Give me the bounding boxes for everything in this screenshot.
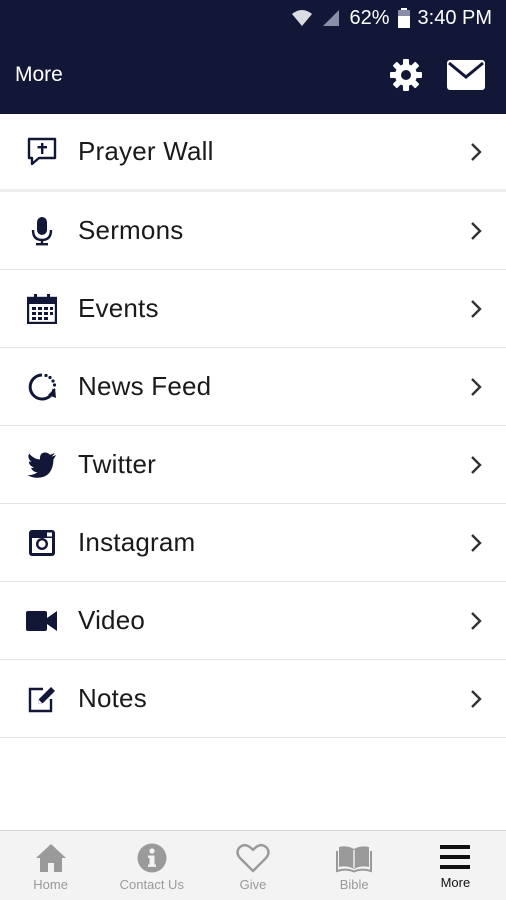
prayer-icon (0, 113, 78, 191)
chevron-right-icon (446, 299, 506, 319)
bottom-tab-bar: Home Contact Us Give Bible More (0, 830, 506, 900)
menu-item-label: Events (78, 293, 159, 323)
refresh-icon (0, 348, 78, 426)
chevron-right-icon (446, 533, 506, 553)
tab-label: Contact Us (119, 877, 184, 892)
tab-label: Bible (339, 877, 369, 892)
battery-percent: 62% (349, 6, 390, 29)
menu-item-prayer-wall[interactable]: Prayer Wall (0, 114, 506, 192)
wifi-icon (291, 8, 313, 28)
menu-item-label: News Feed (78, 371, 212, 401)
twitter-icon (0, 426, 78, 504)
tab-more[interactable]: More (405, 831, 506, 900)
menu-item-label: Instagram (78, 527, 196, 557)
tab-contact-us[interactable]: Contact Us (101, 831, 202, 900)
gear-icon (389, 58, 423, 92)
status-time: 3:40 PM (417, 6, 492, 29)
heart-icon (236, 843, 270, 873)
menu-item-instagram[interactable]: Instagram (0, 504, 506, 582)
menu-item-label: Sermons (78, 215, 184, 245)
menu-item-label: Notes (78, 683, 147, 713)
tab-home[interactable]: Home (0, 831, 101, 900)
menu-icon (440, 843, 471, 871)
chevron-right-icon (446, 455, 506, 475)
app-bar: More (0, 36, 506, 114)
chevron-right-icon (446, 377, 506, 397)
mail-icon (447, 60, 485, 90)
tab-label: Give (239, 877, 267, 892)
video-icon (0, 582, 78, 660)
more-menu-list: Prayer Wall Sermons Events News Feed Twi… (0, 114, 506, 738)
status-bar: 62% 3:40 PM (0, 0, 506, 36)
microphone-icon (0, 192, 78, 270)
chevron-right-icon (446, 221, 506, 241)
menu-item-label: Video (78, 605, 146, 635)
chevron-right-icon (446, 611, 506, 631)
menu-item-label: Prayer Wall (78, 136, 214, 166)
calendar-icon (0, 270, 78, 348)
menu-item-label: Twitter (78, 449, 156, 479)
menu-item-events[interactable]: Events (0, 270, 506, 348)
notes-icon (0, 660, 78, 738)
home-icon (35, 843, 67, 873)
book-icon (336, 843, 373, 873)
chevron-right-icon (446, 142, 506, 162)
page-title: More (15, 63, 63, 86)
tab-bible[interactable]: Bible (304, 831, 405, 900)
battery-icon (397, 8, 410, 28)
tab-label: Home (33, 877, 68, 892)
chevron-right-icon (446, 689, 506, 709)
menu-item-news-feed[interactable]: News Feed (0, 348, 506, 426)
menu-item-twitter[interactable]: Twitter (0, 426, 506, 504)
menu-item-sermons[interactable]: Sermons (0, 192, 506, 270)
mail-button[interactable] (436, 36, 496, 114)
menu-item-notes[interactable]: Notes (0, 660, 506, 738)
menu-item-video[interactable]: Video (0, 582, 506, 660)
info-icon (137, 843, 167, 873)
tab-label: More (440, 875, 471, 890)
settings-button[interactable] (376, 36, 436, 114)
tab-give[interactable]: Give (202, 831, 303, 900)
instagram-icon (0, 504, 78, 582)
signal-icon (321, 8, 341, 28)
